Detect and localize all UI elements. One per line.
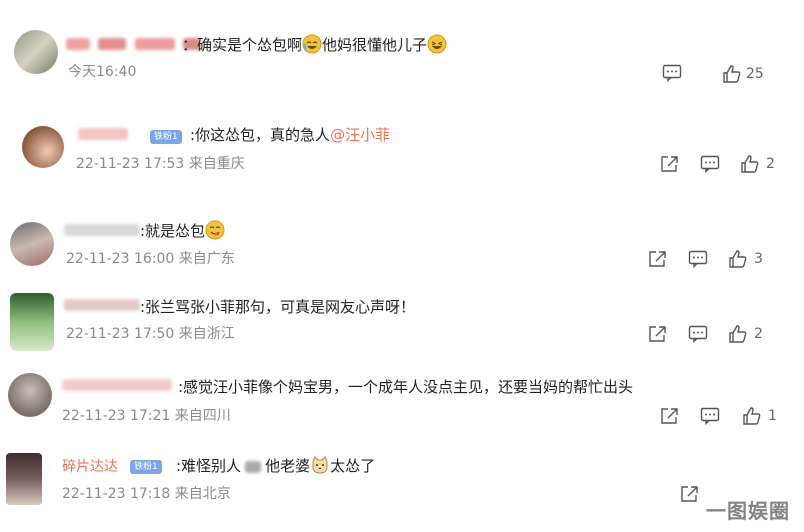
- crying-laughing-emoji: [302, 34, 322, 54]
- comment-icon: [688, 325, 708, 343]
- share-icon: [661, 408, 678, 424]
- avatar[interactable]: [10, 293, 54, 351]
- comment-text: :你这怂包，真的急人@汪小菲: [190, 126, 391, 144]
- comment-text: :难怪别人 他老婆 太怂了: [176, 455, 376, 475]
- yum-emoji: [205, 220, 225, 240]
- reply-button[interactable]: [700, 407, 720, 425]
- fan-badge: 铁粉1: [130, 460, 162, 474]
- comment-text: :就是怂包: [140, 220, 225, 241]
- commenter-name[interactable]: [64, 224, 140, 240]
- thumbs-up-icon: [723, 65, 741, 83]
- reply-button[interactable]: [688, 250, 708, 268]
- like-count: 3: [754, 251, 763, 267]
- comment-time: 22-11-23 17:21 来自四川: [62, 408, 231, 424]
- like-button[interactable]: 2: [740, 154, 775, 174]
- comment-text: :张兰骂张小菲那句，可真是网友心声呀！: [140, 298, 416, 316]
- comment-2: 铁粉1 :你这怂包，真的急人@汪小菲 22-11-23 17:53 来自重庆 2: [0, 110, 804, 190]
- comment-time: 今天16:40: [68, 64, 137, 80]
- thumbs-up-icon: [729, 250, 747, 268]
- share-icon: [661, 156, 678, 172]
- like-count: 2: [754, 326, 763, 342]
- comment-6: 碎片达达 铁粉1 :难怪别人 他老婆 太怂了 22-11-23 17:18 来自北…: [0, 445, 804, 532]
- reply-button[interactable]: [662, 64, 682, 82]
- avatar[interactable]: [22, 126, 64, 168]
- avatar[interactable]: [6, 453, 42, 505]
- commenter-name[interactable]: [78, 128, 128, 144]
- comment-text: :感觉汪小菲像个妈宝男，一个成年人没点主见，还要当妈的帮忙出头: [178, 378, 634, 396]
- thumbs-up-icon: [729, 325, 747, 343]
- thumbs-up-icon: [743, 407, 761, 425]
- avatar[interactable]: [8, 373, 52, 417]
- reply-button[interactable]: [688, 325, 708, 343]
- reply-button[interactable]: [700, 155, 720, 173]
- like-count: 25: [746, 66, 764, 82]
- comment-icon: [688, 250, 708, 268]
- like-button[interactable]: 1: [742, 406, 777, 426]
- comment-time: 22-11-23 17:53 来自重庆: [76, 156, 245, 172]
- comment-1: ：确实是个怂包啊 他妈很懂他儿子 今天16:40 25: [0, 0, 804, 100]
- like-button[interactable]: 3: [728, 249, 763, 269]
- comment-icon: [700, 155, 720, 173]
- like-count: 1: [768, 408, 777, 424]
- like-button[interactable]: 2: [728, 324, 763, 344]
- comment-3: :就是怂包 22-11-23 16:00 来自广东 3: [0, 210, 804, 280]
- watermark: 一图娱圈: [706, 499, 790, 523]
- share-button[interactable]: [660, 407, 680, 425]
- comment-4: :张兰骂张小菲那句，可真是网友心声呀！ 22-11-23 17:50 来自浙江 …: [0, 285, 804, 360]
- share-button[interactable]: [648, 250, 668, 268]
- comment-time: 22-11-23 17:18 来自北京: [62, 486, 231, 502]
- mention-link[interactable]: @汪小菲: [330, 126, 390, 144]
- share-icon: [649, 251, 666, 267]
- share-icon: [649, 326, 666, 342]
- laughing-emoji: [427, 34, 447, 54]
- commenter-name[interactable]: 碎片达达: [62, 459, 118, 475]
- thumbs-up-icon: [741, 155, 759, 173]
- comment-time: 22-11-23 17:50 来自浙江: [66, 326, 235, 342]
- commenter-name[interactable]: [64, 299, 140, 315]
- commenter-name[interactable]: [62, 379, 172, 395]
- share-button[interactable]: [680, 485, 700, 503]
- fan-badge: 铁粉1: [150, 130, 182, 144]
- avatar[interactable]: [14, 30, 58, 74]
- cat-emoji: [310, 455, 330, 475]
- comment-time: 22-11-23 16:00 来自广东: [66, 251, 235, 267]
- comment-icon: [662, 64, 682, 82]
- comment-5: :感觉汪小菲像个妈宝男，一个成年人没点主见，还要当妈的帮忙出头 22-11-23…: [0, 365, 804, 440]
- share-button[interactable]: [648, 325, 668, 343]
- share-icon: [681, 486, 698, 502]
- comment-text: ：确实是个怂包啊 他妈很懂他儿子: [182, 34, 447, 55]
- share-button[interactable]: [660, 155, 680, 173]
- like-count: 2: [766, 156, 775, 172]
- like-button[interactable]: 25: [722, 64, 764, 84]
- comment-icon: [700, 407, 720, 425]
- avatar[interactable]: [10, 222, 54, 266]
